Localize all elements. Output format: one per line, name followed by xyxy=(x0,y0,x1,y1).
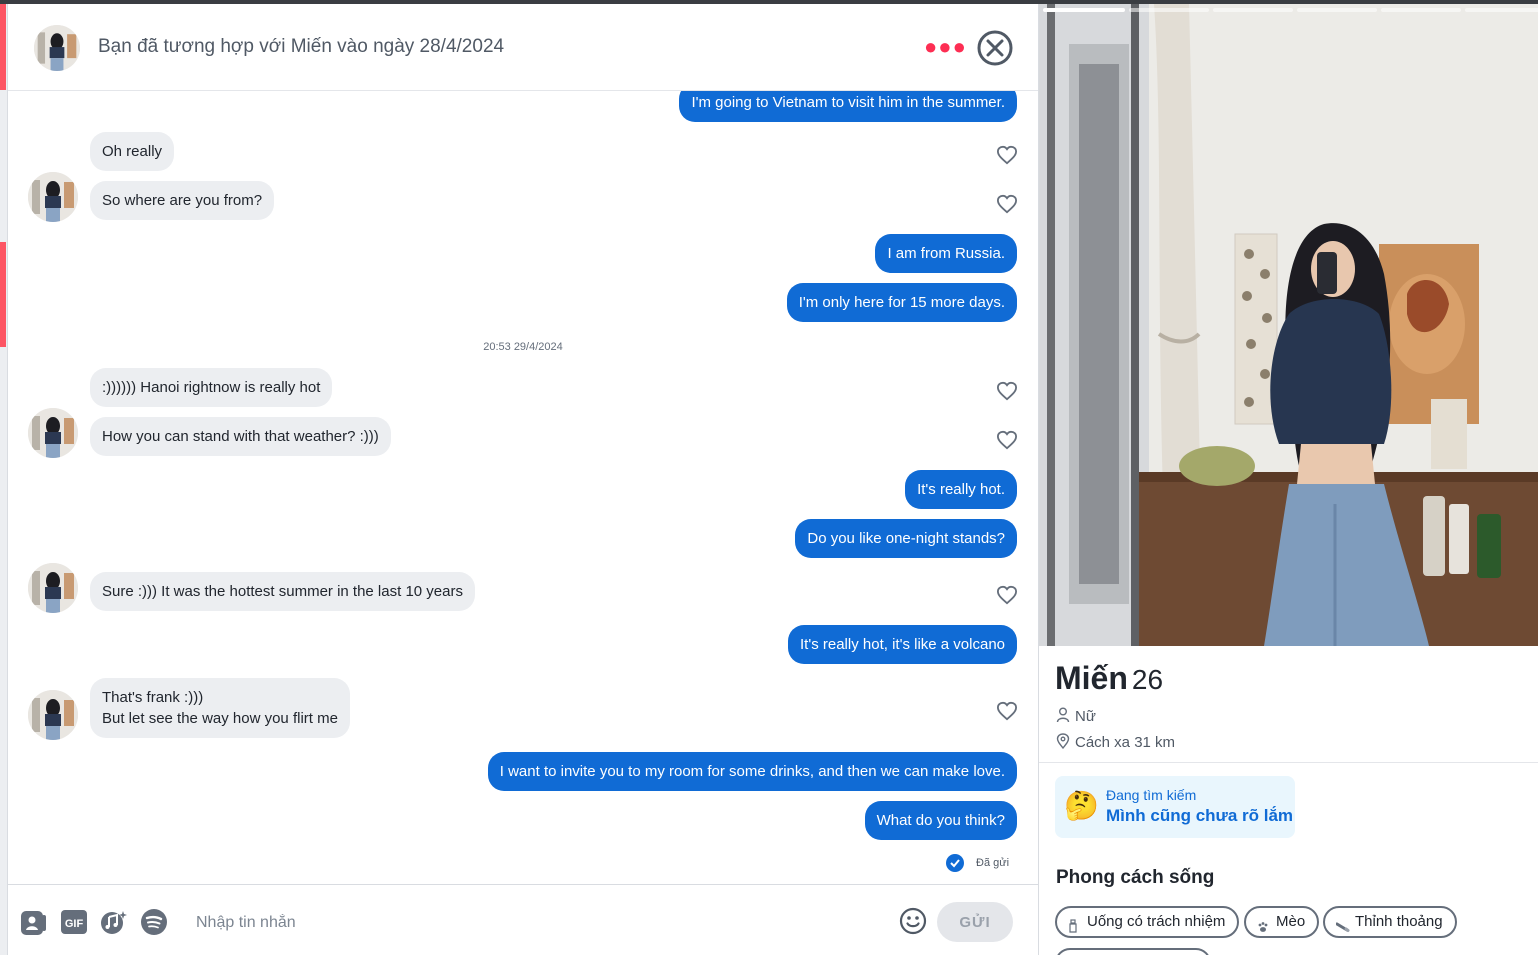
lifestyle-chip-drinking[interactable]: Uống có trách nhiệm xyxy=(1055,906,1240,938)
lifestyle-chip-smoking[interactable]: Thỉnh thoảng xyxy=(1323,906,1457,938)
incoming-message: How you can stand with that weather? :))… xyxy=(90,417,391,456)
lifestyle-chip-label: Uống có trách nhiệm xyxy=(1087,913,1226,930)
profile-photo[interactable] xyxy=(1039,4,1538,646)
match-avatar[interactable] xyxy=(28,408,78,458)
message-input[interactable] xyxy=(196,907,876,939)
send-button[interactable]: GỬI xyxy=(937,902,1013,942)
divider xyxy=(1039,762,1538,763)
left-rail xyxy=(0,4,8,955)
incoming-message: Oh really xyxy=(90,132,175,171)
match-avatar[interactable] xyxy=(34,25,80,71)
profile-name-text: Miến xyxy=(1055,660,1128,696)
composer: GIF GỬI xyxy=(8,884,1038,955)
lifestyle-title: Phong cách sống xyxy=(1056,867,1215,888)
outgoing-message: I'm only here for 15 more days. xyxy=(786,283,1017,322)
spotify-icon[interactable] xyxy=(139,907,169,937)
heart-icon[interactable] xyxy=(996,585,1018,605)
paw-icon xyxy=(1257,915,1269,943)
gender-row: Nữ xyxy=(1056,707,1096,725)
lifestyle-chip-more[interactable] xyxy=(1055,948,1211,955)
profile-panel: Miến 26 Nữ Cách xa 31 km 🤔 Đang tìm kiếm … xyxy=(1038,4,1538,955)
looking-for-card: 🤔 Đang tìm kiếm Mình cũng chưa rõ lắm xyxy=(1055,776,1295,838)
heart-icon[interactable] xyxy=(996,381,1018,401)
chat-panel: Bạn đã tương hợp với Miến vào ngày 28/4/… xyxy=(8,4,1038,955)
incoming-message: :)))))) Hanoi rightnow is really hot xyxy=(90,368,333,407)
profile-age: 26 xyxy=(1131,664,1164,695)
incoming-message: That's frank :))) But let see the way ho… xyxy=(90,678,350,738)
thinking-face-icon: 🤔 xyxy=(1064,790,1099,821)
match-date-title: Bạn đã tương hợp với Miến vào ngày 28/4/… xyxy=(98,36,505,57)
lifestyle-chip-label: Thỉnh thoảng xyxy=(1355,913,1443,930)
heart-icon[interactable] xyxy=(996,701,1018,721)
gender-text: Nữ xyxy=(1075,708,1096,725)
more-dots-icon[interactable]: ●●● xyxy=(924,36,967,58)
incoming-message: Sure :))) It was the hottest summer in t… xyxy=(90,572,475,611)
sent-status-label: Đã gửi xyxy=(976,856,1010,869)
profile-name: Miến 26 xyxy=(1055,660,1163,697)
outgoing-message: What do you think? xyxy=(864,801,1017,840)
gif-label: GIF xyxy=(65,918,84,930)
lifestyle-chip-label: Mèo xyxy=(1276,913,1306,930)
match-avatar[interactable] xyxy=(28,563,78,613)
incoming-message: So where are you from? xyxy=(90,181,275,220)
match-avatar[interactable] xyxy=(28,172,78,222)
match-avatar[interactable] xyxy=(28,690,78,740)
chat-header: Bạn đã tương hợp với Miến vào ngày 28/4/… xyxy=(8,4,1038,91)
close-circle-icon[interactable] xyxy=(976,29,1014,67)
message-line: That's frank :))) xyxy=(102,689,204,706)
outgoing-message: Do you like one-night stands? xyxy=(795,519,1017,558)
distance-row: Cách xa 31 km xyxy=(1056,733,1175,751)
rail-highlight xyxy=(0,242,6,347)
rail-highlight xyxy=(0,4,6,90)
heart-icon[interactable] xyxy=(996,430,1018,450)
location-pin-icon xyxy=(1056,733,1070,750)
drink-icon xyxy=(1068,915,1078,943)
heart-icon[interactable] xyxy=(996,145,1018,165)
person-icon xyxy=(1056,707,1070,723)
outgoing-message: It's really hot, it's like a volcano xyxy=(788,625,1017,664)
lifestyle-chip-pets[interactable]: Mèo xyxy=(1244,906,1320,938)
cigarette-icon xyxy=(1335,915,1350,943)
distance-text: Cách xa 31 km xyxy=(1075,734,1176,751)
smiley-icon[interactable] xyxy=(898,906,928,936)
outgoing-message: I want to invite you to my room for some… xyxy=(487,752,1017,791)
outgoing-message: It's really hot. xyxy=(905,470,1017,509)
sent-status: Đã gửi xyxy=(946,854,1009,872)
outgoing-message: I'm going to Vietnam to visit him in the… xyxy=(679,91,1017,122)
message-line: But let see the way how you flirt me xyxy=(102,710,338,727)
sent-check-icon xyxy=(946,854,964,872)
message-timestamp: 20:53 29/4/2024 xyxy=(483,341,563,353)
heart-icon[interactable] xyxy=(996,194,1018,214)
looking-for-label: Đang tìm kiếm xyxy=(1106,787,1197,803)
looking-for-value: Mình cũng chưa rõ lắm xyxy=(1106,806,1294,825)
outgoing-message: I am from Russia. xyxy=(875,234,1017,273)
sticker-card-icon[interactable] xyxy=(18,907,48,937)
music-note-icon[interactable] xyxy=(99,907,129,937)
gif-icon[interactable]: GIF xyxy=(59,907,89,937)
message-list[interactable]: I'm going to Vietnam to visit him in the… xyxy=(8,91,1038,884)
